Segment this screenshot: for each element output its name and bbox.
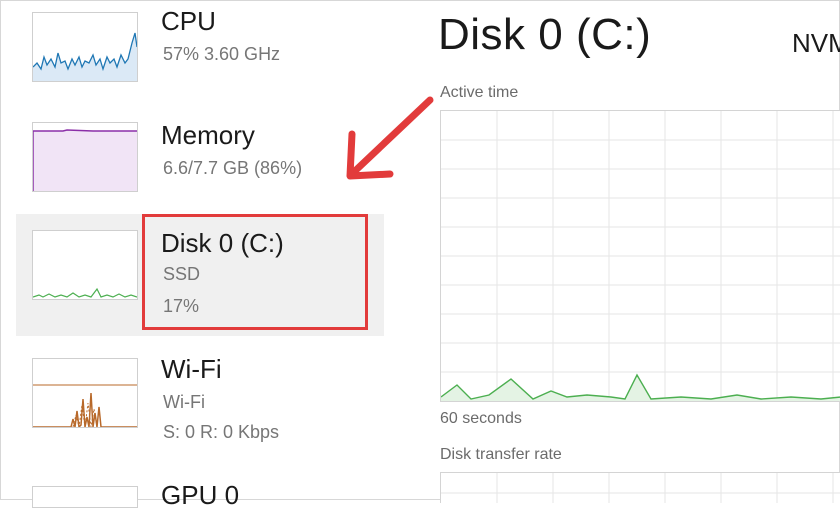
- memory-sparkline: [33, 129, 137, 191]
- cpu-sparkline: [33, 32, 137, 81]
- memory-usage: 6.6/7.7 GB (86%): [163, 158, 303, 178]
- gpu-thumbnail-graph: [32, 486, 138, 508]
- cpu-title: CPU: [161, 6, 216, 36]
- active-time-graph: [440, 110, 840, 402]
- time-span-label: 60 seconds: [440, 410, 522, 427]
- sidebar-item-wifi[interactable]: Wi-Fi Wi-Fi S: 0 R: 0 Kbps: [16, 342, 384, 464]
- disk-highlight-box: [142, 214, 368, 330]
- disk-thumbnail-graph: [32, 230, 138, 300]
- wifi-title: Wi-Fi: [161, 354, 222, 384]
- disk-model-name: NVM: [792, 28, 840, 58]
- wifi-sparkline: [33, 384, 137, 427]
- transfer-rate-label: Disk transfer rate: [440, 446, 562, 463]
- wifi-throughput: S: 0 R: 0 Kbps: [163, 422, 280, 442]
- gpu-title: GPU 0: [161, 480, 240, 510]
- transfer-rate-graph-canvas: [441, 473, 840, 503]
- wifi-type: Wi-Fi: [163, 392, 205, 412]
- sidebar-item-gpu-0[interactable]: GPU 0: [16, 470, 384, 510]
- annotation-arrow-icon: [346, 96, 434, 180]
- active-time-label: Active time: [440, 84, 519, 101]
- transfer-rate-graph: [440, 472, 840, 503]
- sidebar-item-cpu[interactable]: CPU 57% 3.60 GHz: [16, 0, 384, 122]
- performance-detail-panel: Disk 0 (C:) NVM Active time 60 seconds D…: [400, 0, 840, 503]
- sidebar-item-memory[interactable]: Memory 6.6/7.7 GB (86%): [16, 108, 384, 230]
- wifi-thumbnail-graph: [32, 358, 138, 428]
- memory-thumbnail-graph: [32, 122, 138, 192]
- page-title: Disk 0 (C:): [438, 10, 652, 59]
- memory-title: Memory: [161, 120, 255, 150]
- active-time-graph-canvas: [441, 111, 840, 401]
- cpu-usage: 57% 3.60 GHz: [163, 44, 281, 64]
- cpu-thumbnail-graph: [32, 12, 138, 82]
- disk-sparkline: [33, 287, 137, 298]
